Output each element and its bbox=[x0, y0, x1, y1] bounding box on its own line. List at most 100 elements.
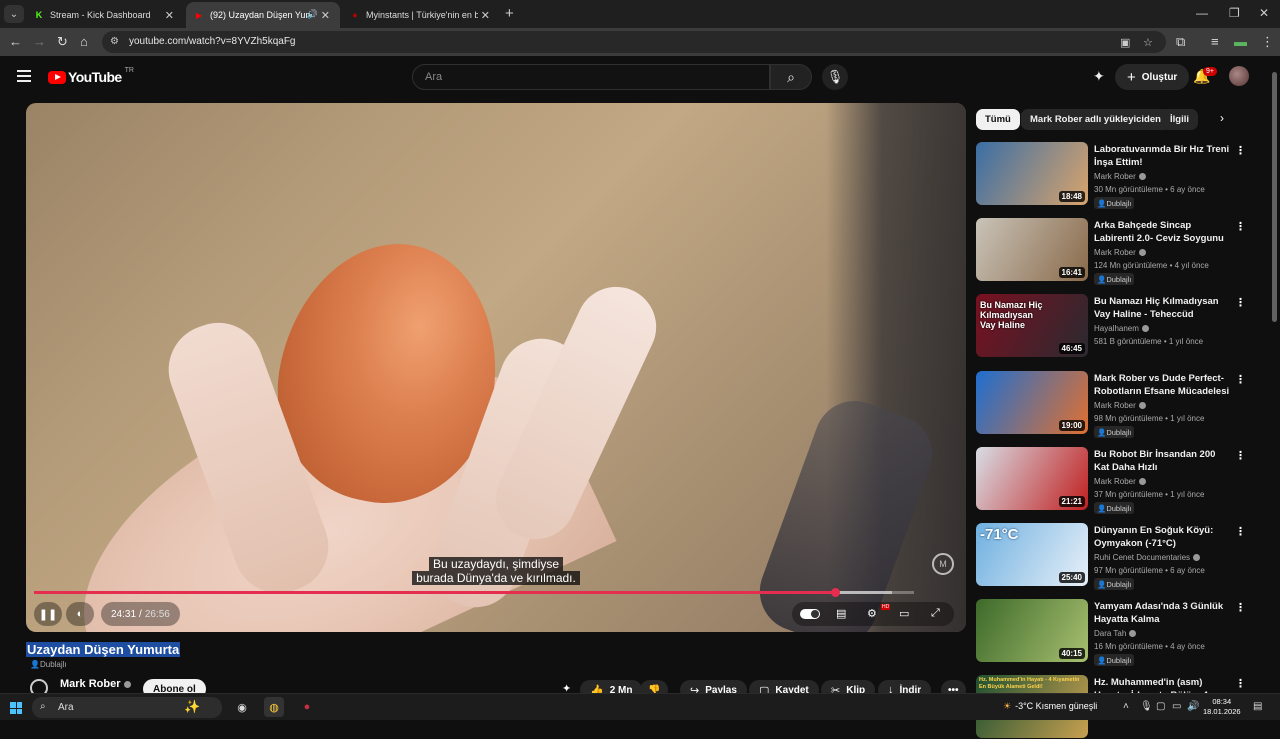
recommendation-title[interactable]: Bu Robot Bir İnsandan 200 Kat Daha Hızlı bbox=[1094, 448, 1232, 474]
avatar[interactable] bbox=[1229, 66, 1249, 86]
address-bar[interactable]: ⚙ youtube.com/watch?v=8YVZh5kqaFg ▣ ☆ bbox=[102, 31, 1166, 53]
recommendation-title[interactable]: Mark Rober vs Dude Perfect- Robotların E… bbox=[1094, 372, 1232, 398]
recommendation-channel[interactable]: Dara Tah bbox=[1094, 629, 1137, 638]
search-button[interactable]: ⌕ bbox=[770, 64, 812, 90]
theater-mode-icon[interactable]: ▭ bbox=[899, 607, 909, 620]
channel-name[interactable]: Mark Rober bbox=[60, 678, 131, 690]
close-tab-icon[interactable]: ✕ bbox=[481, 9, 490, 22]
video-thumbnail[interactable]: 40:15 bbox=[976, 599, 1088, 662]
cast-icon[interactable]: ▣ bbox=[1120, 36, 1130, 49]
voice-search-button[interactable]: 🎙 bbox=[822, 64, 848, 90]
close-tab-icon[interactable]: ✕ bbox=[321, 9, 330, 22]
recommendation-title[interactable]: Arka Bahçede Sincap Labirenti 2.0- Ceviz… bbox=[1094, 219, 1232, 245]
volume-tray-icon[interactable]: 🔊 bbox=[1187, 701, 1199, 712]
more-vertical-icon[interactable]: ⋮ bbox=[1235, 144, 1246, 157]
recommendation-item[interactable]: 19:00 Mark Rober vs Dude Perfect- Robotla… bbox=[976, 371, 1251, 438]
obs-app-icon[interactable]: ◉ bbox=[232, 697, 252, 717]
taskbar-search[interactable]: ⌕ Ara ✨ bbox=[32, 697, 222, 718]
restore-window-icon[interactable]: ❐ bbox=[1229, 6, 1240, 20]
recommendation-item[interactable]: 18:48 Laboratuvarımda Bir Hız Treni İnşa … bbox=[976, 142, 1251, 209]
recommendation-title[interactable]: Laboratuvarımda Bir Hız Treni İnşa Ettim… bbox=[1094, 143, 1232, 169]
scrollbar-thumb[interactable] bbox=[1272, 72, 1277, 322]
recommendation-channel[interactable]: Hayalhanem bbox=[1094, 324, 1149, 333]
notification-center-icon[interactable]: ▤ bbox=[1253, 701, 1262, 712]
recommendation-item[interactable]: 21:21 Bu Robot Bir İnsandan 200 Kat Daha … bbox=[976, 447, 1251, 514]
tab-youtube-video[interactable]: ▶ (92) Uzaydan Düşen Yumur 🔊 ✕ bbox=[186, 2, 340, 28]
search-box[interactable] bbox=[412, 64, 770, 90]
chip-related[interactable]: İlgili bbox=[1161, 109, 1198, 130]
search-input[interactable] bbox=[413, 65, 753, 89]
site-info-icon[interactable]: ⚙ bbox=[110, 36, 119, 47]
progress-bar[interactable] bbox=[34, 588, 914, 597]
recommendation-item[interactable]: 16:41 Arka Bahçede Sincap Labirenti 2.0- … bbox=[976, 218, 1251, 285]
recommendation-title[interactable]: Dünyanın En Soğuk Köyü: Oymyakon (-71°C) bbox=[1094, 524, 1232, 550]
home-icon[interactable]: ⌂ bbox=[80, 34, 88, 49]
recommendation-item[interactable]: 46:45 Bu Namazı Hiç Kılmadıysan Vay Halin… bbox=[976, 294, 1251, 358]
recommendation-title[interactable]: Bu Namazı Hiç Kılmadıysan Vay Haline - T… bbox=[1094, 295, 1232, 321]
chevron-right-icon[interactable]: › bbox=[1220, 111, 1224, 125]
tray-mic-icon[interactable]: 🎙 bbox=[1140, 701, 1153, 712]
subtitles-cc-icon[interactable]: ▤ bbox=[836, 607, 846, 620]
youtube-logo[interactable]: YouTube TR bbox=[48, 67, 134, 85]
tray-app-icon[interactable]: ▢ bbox=[1156, 701, 1165, 712]
page-scrollbar[interactable] bbox=[1271, 70, 1278, 690]
back-arrow-icon[interactable]: ← bbox=[9, 34, 22, 49]
network-icon[interactable]: ▭ bbox=[1172, 701, 1181, 712]
tab-kick-dashboard[interactable]: K Stream - Kick Dashboard ✕ bbox=[26, 2, 184, 28]
more-vertical-icon[interactable]: ⋮ bbox=[1235, 373, 1246, 386]
recommendation-channel[interactable]: Mark Rober bbox=[1094, 477, 1146, 486]
video-thumbnail[interactable]: 21:21 bbox=[976, 447, 1088, 510]
recommendation-title[interactable]: Yamyam Adası'nda 3 Günlük Hayatta Kalma bbox=[1094, 600, 1232, 626]
minimize-window-icon[interactable]: — bbox=[1196, 6, 1208, 20]
chip-from-uploader[interactable]: Mark Rober adlı yükleyiciden bbox=[1021, 109, 1170, 130]
new-tab-plus-icon[interactable]: + bbox=[505, 5, 514, 22]
reading-list-icon[interactable]: ≡ bbox=[1211, 34, 1219, 49]
more-vertical-icon[interactable]: ⋮ bbox=[1235, 525, 1246, 538]
extensions-puzzle-icon[interactable]: ⧉ bbox=[1176, 34, 1185, 50]
tray-chevron-icon[interactable]: ˄ bbox=[1123, 701, 1129, 712]
recommendation-channel[interactable]: Ruhi Cenet Documentaries bbox=[1094, 553, 1201, 562]
more-vertical-icon[interactable]: ⋮ bbox=[1235, 677, 1246, 690]
forward-arrow-icon[interactable]: → bbox=[33, 34, 46, 49]
browser-menu-icon[interactable]: ⋮ bbox=[1261, 34, 1274, 50]
video-player[interactable]: Bu uzaydaydı, şimdiyse burada Dünya'da v… bbox=[26, 103, 966, 632]
tab-search-button[interactable]: ⌄ bbox=[4, 5, 24, 23]
clock[interactable]: 08:34 18.01.2026 bbox=[1203, 697, 1241, 717]
more-vertical-icon[interactable]: ⋮ bbox=[1235, 220, 1246, 233]
video-thumbnail[interactable]: 16:41 bbox=[976, 218, 1088, 281]
channel-watermark-icon[interactable]: M bbox=[932, 553, 954, 575]
video-thumbnail[interactable]: 19:00 bbox=[976, 371, 1088, 434]
audio-playing-icon[interactable]: 🔊 bbox=[307, 9, 318, 20]
fullscreen-icon[interactable]: ⤢ bbox=[931, 607, 940, 620]
tab-myinstants[interactable]: ● Myinstants | Türkiye'nin en büy ✕ bbox=[342, 2, 500, 28]
scrubber-handle[interactable] bbox=[830, 588, 840, 597]
bookmark-star-icon[interactable]: ☆ bbox=[1143, 36, 1153, 49]
ai-chat-icon[interactable]: ✦ bbox=[1093, 68, 1105, 85]
video-thumbnail[interactable]: 25:40 -71°C bbox=[976, 523, 1088, 586]
more-vertical-icon[interactable]: ⋮ bbox=[1235, 449, 1246, 462]
recommendation-channel[interactable]: Mark Rober bbox=[1094, 248, 1146, 257]
recommendation-channel[interactable]: Mark Rober bbox=[1094, 172, 1146, 181]
weather-widget[interactable]: ☀ -3°C Kısmen güneşli bbox=[1003, 701, 1097, 712]
more-vertical-icon[interactable]: ⋮ bbox=[1235, 296, 1246, 309]
recommendation-item[interactable]: 25:40 -71°C Dünyanın En Soğuk Köyü: Oymyak… bbox=[976, 523, 1251, 590]
recommendation-item[interactable]: 40:15 Yamyam Adası'nda 3 Günlük Hayatta K… bbox=[976, 599, 1251, 666]
media-app-icon[interactable]: ● bbox=[297, 697, 317, 717]
pause-button[interactable]: ❚❚ bbox=[34, 602, 62, 626]
chip-all[interactable]: Tümü bbox=[976, 109, 1020, 130]
video-thumbnail[interactable]: 18:48 bbox=[976, 142, 1088, 205]
profile-icon[interactable]: ▬ bbox=[1234, 34, 1247, 49]
close-window-icon[interactable]: ✕ bbox=[1259, 6, 1269, 20]
autoplay-toggle[interactable] bbox=[800, 609, 820, 619]
mute-button[interactable]: ◐ bbox=[66, 602, 94, 626]
recommendation-channel[interactable]: Mark Rober bbox=[1094, 401, 1146, 410]
settings-gear-icon[interactable]: ⚙ bbox=[867, 607, 877, 620]
chrome-app-icon[interactable]: ◍ bbox=[264, 697, 284, 717]
url-text[interactable]: youtube.com/watch?v=8YVZh5kqaFg bbox=[129, 36, 295, 47]
video-thumbnail[interactable]: 46:45 Bu Namazı Hiç Kılmadıysan Vay Halin… bbox=[976, 294, 1088, 357]
windows-start-icon[interactable] bbox=[10, 702, 22, 714]
reload-icon[interactable]: ↻ bbox=[57, 34, 68, 50]
more-vertical-icon[interactable]: ⋮ bbox=[1235, 601, 1246, 614]
hamburger-menu-icon[interactable] bbox=[17, 70, 31, 85]
create-button[interactable]: + Oluştur bbox=[1115, 64, 1190, 90]
